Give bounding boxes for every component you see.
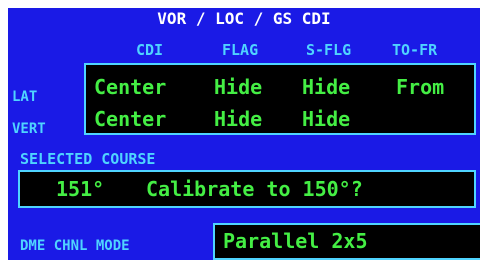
- selected-course-label: SELECTED COURSE: [20, 150, 156, 168]
- page-title: VOR / LOC / GS CDI: [157, 9, 331, 28]
- lat-cdi-field[interactable]: Center: [94, 75, 166, 99]
- row-label-lat: LAT: [12, 89, 38, 105]
- lat-to-fr-field[interactable]: From: [396, 75, 444, 99]
- row-label-vert: VERT: [12, 121, 46, 137]
- lat-flag-field[interactable]: Hide: [214, 75, 262, 99]
- dme-channel-mode-field[interactable]: Parallel 2x5: [213, 223, 480, 260]
- column-header-to-fr: TO-FR: [392, 41, 438, 59]
- cdi-setup-page: VOR / LOC / GS CDI CDI FLAG S-FLG TO-FR …: [8, 8, 480, 260]
- vert-s-flg-field[interactable]: Hide: [302, 107, 350, 131]
- selected-course-field[interactable]: 151° Calibrate to 150°?: [18, 170, 476, 208]
- column-header-s-flg: S-FLG: [306, 41, 352, 59]
- vert-cdi-field[interactable]: Center: [94, 107, 166, 131]
- cdi-settings-grid: Center Hide Hide From Center Hide Hide: [84, 63, 476, 135]
- calibrate-prompt[interactable]: Calibrate to 150°?: [146, 172, 363, 206]
- column-header-flag: FLAG: [222, 41, 259, 59]
- selected-course-value[interactable]: 151°: [56, 172, 104, 206]
- vert-flag-field[interactable]: Hide: [214, 107, 262, 131]
- dme-channel-mode-label: DME CHNL MODE: [20, 238, 130, 254]
- column-header-cdi: CDI: [136, 41, 164, 59]
- dme-channel-mode-value[interactable]: Parallel 2x5: [223, 225, 368, 258]
- lat-s-flg-field[interactable]: Hide: [302, 75, 350, 99]
